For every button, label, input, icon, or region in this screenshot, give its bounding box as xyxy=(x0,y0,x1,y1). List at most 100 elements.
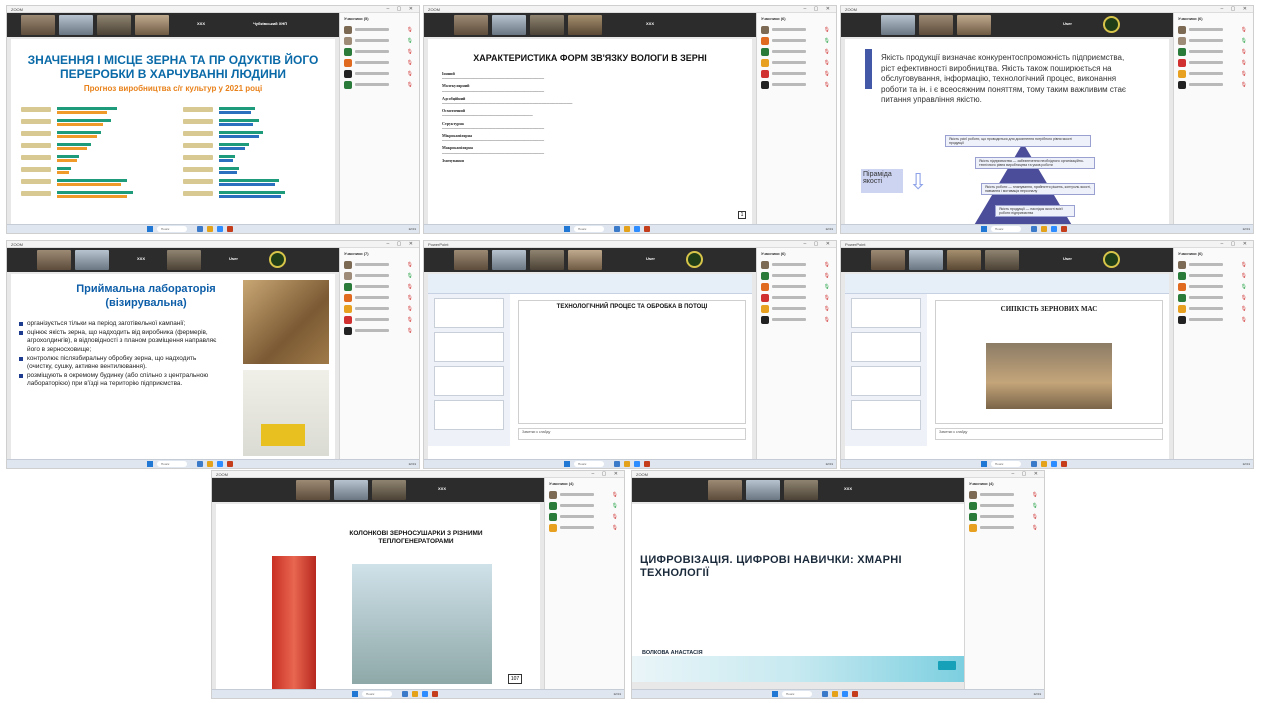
ppt-ribbon[interactable] xyxy=(428,274,752,294)
participant-row[interactable]: 🎙 xyxy=(969,524,1040,533)
participant-video[interactable] xyxy=(492,250,526,270)
participant-row[interactable]: 🎙 xyxy=(1178,59,1249,68)
taskbar-search[interactable]: Поиск xyxy=(157,461,187,467)
participant-video[interactable] xyxy=(909,250,943,270)
participant-row[interactable]: 🎙 xyxy=(761,305,832,314)
participant-video[interactable] xyxy=(167,250,201,270)
app-icon[interactable] xyxy=(1031,226,1037,232)
zoom-icon[interactable] xyxy=(634,226,640,232)
taskbar-search[interactable]: Поиск xyxy=(782,691,812,697)
participant-row[interactable]: 🎙 xyxy=(1178,26,1249,35)
powerpoint-icon[interactable] xyxy=(432,691,438,697)
participant-row[interactable]: 🎙 xyxy=(1178,70,1249,79)
powerpoint-icon[interactable] xyxy=(227,226,233,232)
window-controls[interactable]: – ▢ ✕ xyxy=(804,241,833,248)
participant-row[interactable]: 🎙 xyxy=(344,327,415,336)
taskbar-search[interactable]: Поиск xyxy=(574,226,604,232)
participant-row[interactable]: 🎙 xyxy=(761,272,832,281)
slide-canvas[interactable]: ТЕХНОЛОГІЧНИЙ ПРОЦЕС ТА ОБРОБКА В ПОТОЦІ xyxy=(518,300,746,424)
participant-row[interactable]: 🎙 xyxy=(969,491,1040,500)
powerpoint-icon[interactable] xyxy=(1061,226,1067,232)
taskbar-search[interactable]: Поиск xyxy=(991,461,1021,467)
participant-row[interactable]: 🎙 xyxy=(1178,294,1249,303)
app-icon[interactable] xyxy=(822,691,828,697)
participant-video[interactable] xyxy=(881,15,915,35)
participant-row[interactable]: 🎙 xyxy=(761,26,832,35)
slide-canvas[interactable]: СИПКІСТЬ ЗЕРНОВИХ МАС xyxy=(935,300,1163,424)
participant-video[interactable] xyxy=(568,250,602,270)
zoom-icon[interactable] xyxy=(422,691,428,697)
participant-video[interactable] xyxy=(919,15,953,35)
participant-row[interactable]: 🎙 xyxy=(761,81,832,90)
participant-row[interactable]: 🎙 xyxy=(344,316,415,325)
ppt-ribbon[interactable] xyxy=(845,274,1169,294)
folder-icon[interactable] xyxy=(1041,461,1047,467)
participant-video[interactable] xyxy=(454,250,488,270)
windows-start-icon[interactable] xyxy=(352,691,358,697)
folder-icon[interactable] xyxy=(207,226,213,232)
windows-start-icon[interactable] xyxy=(564,226,570,232)
zoom-icon[interactable] xyxy=(1051,461,1057,467)
participant-row[interactable]: 🎙 xyxy=(1178,48,1249,57)
participant-row[interactable]: 🎙 xyxy=(549,513,620,522)
slide-thumbnails[interactable] xyxy=(845,294,927,446)
participant-video[interactable] xyxy=(334,480,368,500)
taskbar-search[interactable]: Поиск xyxy=(362,691,392,697)
powerpoint-icon[interactable] xyxy=(644,461,650,467)
participant-row[interactable]: 🎙 xyxy=(761,37,832,46)
participant-row[interactable]: 🎙 xyxy=(344,294,415,303)
participant-row[interactable]: 🎙 xyxy=(344,37,415,46)
participant-row[interactable]: 🎙 xyxy=(1178,316,1249,325)
participant-video[interactable] xyxy=(372,480,406,500)
participant-row[interactable]: 🎙 xyxy=(761,294,832,303)
windows-start-icon[interactable] xyxy=(772,691,778,697)
folder-icon[interactable] xyxy=(624,461,630,467)
participant-row[interactable]: 🎙 xyxy=(1178,81,1249,90)
windows-start-icon[interactable] xyxy=(147,226,153,232)
app-icon[interactable] xyxy=(197,461,203,467)
app-icon[interactable] xyxy=(402,691,408,697)
participant-video[interactable] xyxy=(21,15,55,35)
app-icon[interactable] xyxy=(197,226,203,232)
participant-row[interactable]: 🎙 xyxy=(1178,305,1249,314)
taskbar-search[interactable]: Поиск xyxy=(991,226,1021,232)
app-icon[interactable] xyxy=(1031,461,1037,467)
participant-video[interactable] xyxy=(568,15,602,35)
zoom-icon[interactable] xyxy=(634,461,640,467)
windows-start-icon[interactable] xyxy=(564,461,570,467)
participant-row[interactable]: 🎙 xyxy=(1178,261,1249,270)
folder-icon[interactable] xyxy=(1041,226,1047,232)
participant-video[interactable] xyxy=(947,250,981,270)
folder-icon[interactable] xyxy=(412,691,418,697)
windows-start-icon[interactable] xyxy=(147,461,153,467)
participant-row[interactable]: 🎙 xyxy=(344,81,415,90)
notes-field[interactable]: Заметки к слайду xyxy=(935,428,1163,440)
powerpoint-icon[interactable] xyxy=(227,461,233,467)
participant-video[interactable] xyxy=(985,250,1019,270)
participant-row[interactable]: 🎙 xyxy=(761,316,832,325)
participant-row[interactable]: 🎙 xyxy=(549,502,620,511)
participant-video[interactable] xyxy=(871,250,905,270)
participant-video[interactable] xyxy=(708,480,742,500)
participant-video[interactable] xyxy=(530,250,564,270)
participant-row[interactable]: 🎙 xyxy=(1178,283,1249,292)
zoom-icon[interactable] xyxy=(1051,226,1057,232)
participant-row[interactable]: 🎙 xyxy=(344,48,415,57)
participant-row[interactable]: 🎙 xyxy=(761,59,832,68)
participant-video[interactable] xyxy=(296,480,330,500)
window-controls[interactable]: – ▢ ✕ xyxy=(804,6,833,13)
participant-row[interactable]: 🎙 xyxy=(761,70,832,79)
participant-row[interactable]: 🎙 xyxy=(761,48,832,57)
participant-row[interactable]: 🎙 xyxy=(1178,272,1249,281)
participant-row[interactable]: 🎙 xyxy=(761,283,832,292)
windows-start-icon[interactable] xyxy=(981,461,987,467)
participant-row[interactable]: 🎙 xyxy=(1178,37,1249,46)
next-button[interactable] xyxy=(938,661,956,670)
window-controls[interactable]: – ▢ ✕ xyxy=(1012,471,1041,478)
participant-video[interactable] xyxy=(97,15,131,35)
folder-icon[interactable] xyxy=(832,691,838,697)
powerpoint-icon[interactable] xyxy=(1061,461,1067,467)
window-controls[interactable]: – ▢ ✕ xyxy=(387,6,416,13)
participant-row[interactable]: 🎙 xyxy=(344,59,415,68)
app-icon[interactable] xyxy=(614,461,620,467)
